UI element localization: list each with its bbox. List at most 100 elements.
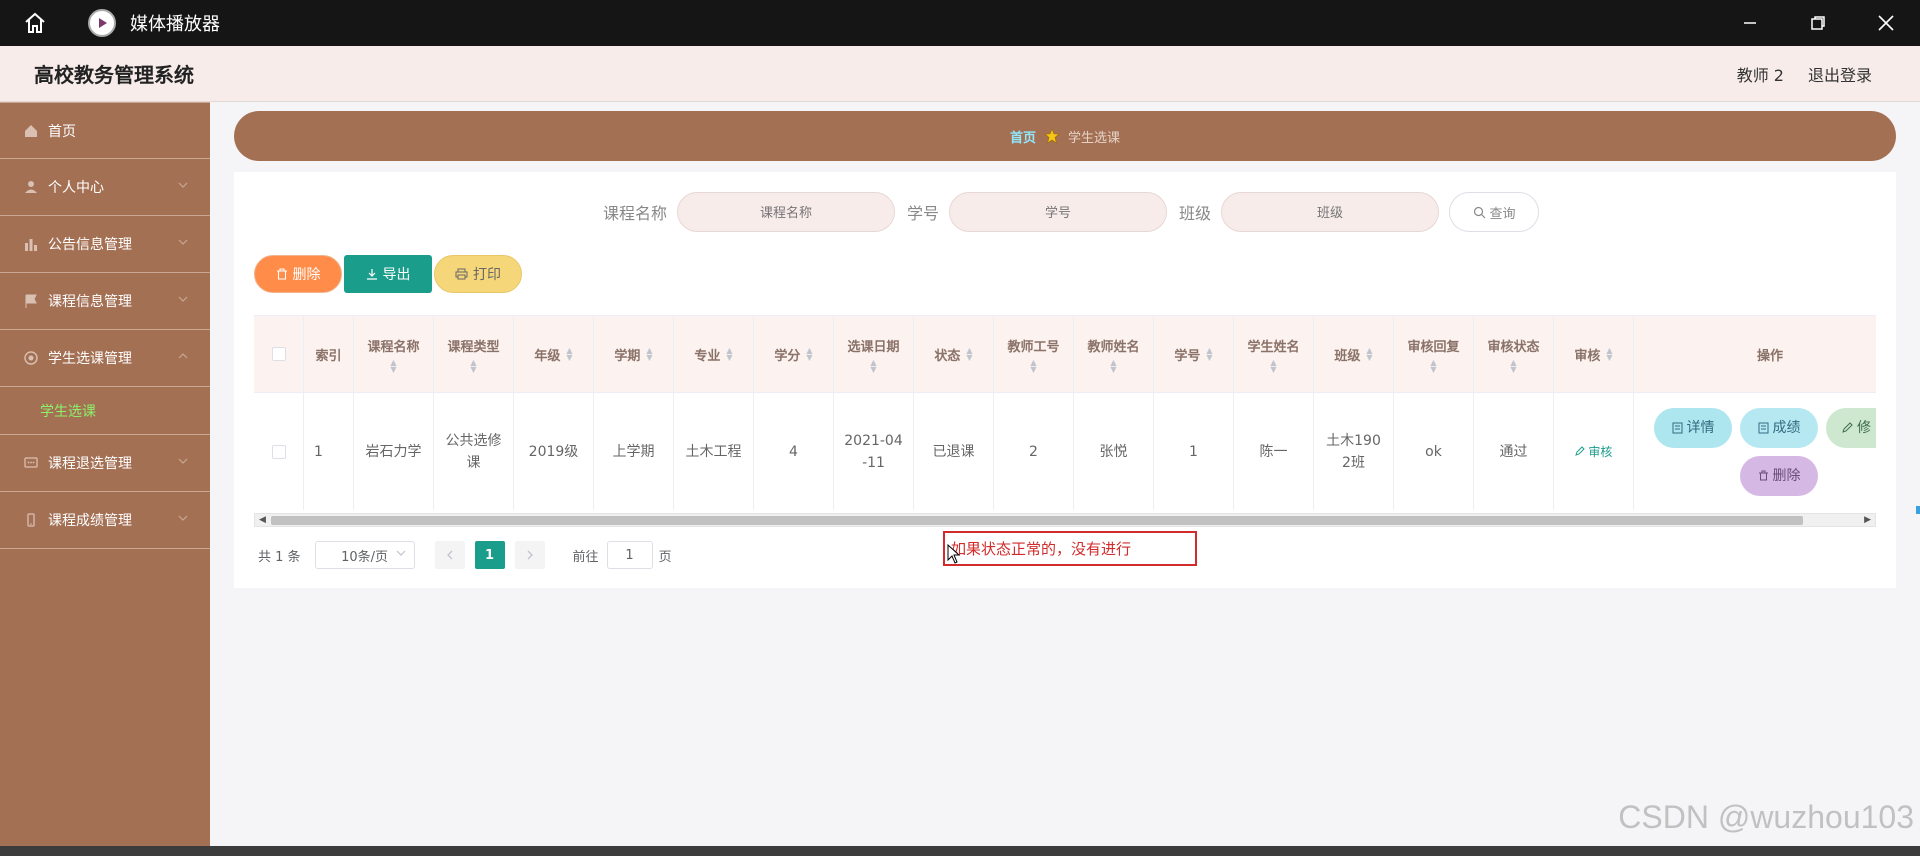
header-label: 操作 — [1756, 348, 1783, 364]
cell-teacher-name: 张悦 — [1074, 393, 1154, 510]
close-icon — [1878, 15, 1894, 31]
row-delete-label: 删除 — [1772, 467, 1801, 484]
document-icon — [1672, 422, 1682, 433]
sidebar-item-withdraw[interactable]: 课程退选管理 — [0, 435, 210, 492]
breadcrumb-current: 学生选课 — [1068, 130, 1121, 146]
delete-label: 删除 — [292, 267, 321, 283]
chevron-left-icon — [446, 550, 453, 560]
sort-icon: ▲ ▼ — [566, 346, 573, 362]
goto-page-input[interactable]: 1 — [606, 541, 653, 569]
export-button[interactable]: 导出 — [344, 255, 432, 293]
table-header: 索引 课程名称 ▲ ▼ 课程类型 ▲ ▼ 年级 ▲ ▼ 学期 ▲ ▼ 专业 ▲ ▼ 学分 ▲ ▼ 选课日… — [254, 315, 1876, 393]
query-label: 查询 — [1489, 206, 1516, 222]
sidebar-item-label: 课程退选管理 — [48, 456, 132, 472]
header-student-name[interactable]: 学生姓名 ▲ ▼ — [1234, 316, 1314, 392]
page-1-button[interactable]: 1 — [474, 541, 505, 569]
annotation-text: 如果状态正常的，没有进行 — [951, 540, 1132, 558]
scrollbar-thumb[interactable] — [271, 516, 1803, 525]
trash-icon — [276, 268, 287, 280]
header-student-id[interactable]: 学号 ▲ ▼ — [1154, 316, 1234, 392]
sort-icon: ▲ ▼ — [806, 346, 813, 362]
sidebar-item-course[interactable]: 课程信息管理 — [0, 273, 210, 330]
data-table: 索引 课程名称 ▲ ▼ 课程类型 ▲ ▼ 年级 ▲ ▼ 学期 ▲ ▼ 专业 ▲ ▼ 学分 ▲ ▼ 选课日… — [254, 315, 1876, 511]
header-class[interactable]: 班级 ▲ ▼ — [1314, 316, 1394, 392]
class-input[interactable] — [1221, 192, 1440, 232]
home-button[interactable] — [0, 0, 70, 46]
score-button[interactable]: 成绩 — [1740, 407, 1818, 448]
cell-date: 2021-04-11 — [834, 393, 914, 510]
restore-button[interactable] — [1784, 0, 1852, 46]
header-label: 索引 — [315, 348, 342, 364]
modify-button[interactable]: 修 — [1826, 407, 1876, 448]
select-all-checkbox[interactable] — [271, 347, 286, 361]
window-titlebar: 媒体播放器 — [0, 0, 1920, 46]
sort-icon: ▲ ▼ — [390, 357, 397, 374]
header-credit[interactable]: 学分 ▲ ▼ — [754, 316, 834, 392]
sort-icon: ▲ ▼ — [1366, 346, 1373, 362]
page-size-value: 10条/页 — [341, 549, 389, 565]
document-icon — [1758, 422, 1768, 433]
star-icon — [1044, 128, 1060, 144]
sidebar-item-home[interactable]: 首页 — [0, 102, 210, 159]
sort-icon: ▲ ▼ — [470, 357, 477, 374]
cell-course-name: 岩石力学 — [354, 393, 434, 510]
header-label: 班级 — [1334, 348, 1361, 364]
header-major[interactable]: 专业 ▲ ▼ — [674, 316, 754, 392]
header-date[interactable]: 选课日期 ▲ ▼ — [834, 316, 914, 392]
header-grade[interactable]: 年级 ▲ ▼ — [514, 316, 594, 392]
trash-icon — [1758, 470, 1768, 481]
next-page-button[interactable] — [514, 541, 545, 569]
header-audit-reply[interactable]: 审核回复 ▲ ▼ — [1394, 316, 1474, 392]
student-id-label: 学号 — [906, 204, 939, 223]
header-course-type[interactable]: 课程类型 ▲ ▼ — [434, 316, 514, 392]
header-audit[interactable]: 审核 ▲ ▼ — [1554, 316, 1634, 392]
minimize-button[interactable] — [1716, 0, 1784, 46]
globe-icon — [24, 351, 38, 365]
watermark: CSDN @wuzhou103 — [1618, 799, 1914, 835]
header-audit-status[interactable]: 审核状态 ▲ ▼ — [1474, 316, 1554, 392]
flag-icon — [24, 294, 38, 308]
breadcrumb-home[interactable]: 首页 — [1010, 127, 1036, 146]
row-delete-button[interactable]: 删除 — [1740, 455, 1818, 496]
query-button[interactable]: 查询 — [1449, 192, 1540, 232]
sort-icon: ▲ ▼ — [966, 346, 973, 362]
audit-link[interactable]: 审核 — [1574, 441, 1613, 463]
table-horizontal-scrollbar[interactable]: ◀ ▶ — [254, 513, 1876, 527]
sidebar-item-label: 学生选课管理 — [48, 351, 132, 367]
header-label: 审核状态 — [1487, 339, 1540, 355]
sidebar-item-selection[interactable]: 学生选课管理 — [0, 330, 210, 387]
header-teacher-id[interactable]: 教师工号 ▲ ▼ — [994, 316, 1074, 392]
header-teacher-name[interactable]: 教师姓名 ▲ ▼ — [1074, 316, 1154, 392]
print-button[interactable]: 打印 — [434, 255, 522, 293]
sidebar-item-profile[interactable]: 个人中心 — [0, 159, 210, 216]
chevron-down-icon — [178, 458, 188, 464]
scroll-left-icon[interactable]: ◀ — [259, 514, 266, 526]
scroll-right-icon[interactable]: ▶ — [1864, 514, 1871, 526]
detail-button[interactable]: 详情 — [1654, 407, 1732, 448]
student-id-input[interactable] — [949, 192, 1167, 232]
sidebar-subitem-student-selection[interactable]: 学生选课 — [0, 387, 210, 435]
minimize-icon — [1744, 22, 1756, 24]
cell-credit: 4 — [754, 393, 834, 510]
cell-student-id: 1 — [1154, 393, 1234, 510]
sidebar-item-scores[interactable]: 课程成绩管理 — [0, 492, 210, 549]
sidebar-item-notice[interactable]: 公告信息管理 — [0, 216, 210, 273]
header-label: 课程类型 — [447, 339, 500, 355]
course-name-input[interactable] — [676, 192, 895, 232]
audit-label: 审核 — [1588, 444, 1613, 459]
header-status[interactable]: 状态 ▲ ▼ — [914, 316, 994, 392]
header-operations: 操作 — [1634, 316, 1876, 392]
close-button[interactable] — [1852, 0, 1920, 46]
sort-icon: ▲ ▼ — [1110, 357, 1117, 374]
batch-delete-button[interactable]: 删除 — [254, 255, 342, 293]
header-term[interactable]: 学期 ▲ ▼ — [594, 316, 674, 392]
cell-index: 1 — [304, 393, 354, 510]
logout-link[interactable]: 退出登录 — [1808, 62, 1872, 86]
row-checkbox[interactable] — [271, 444, 286, 459]
header-course-name[interactable]: 课程名称 ▲ ▼ — [354, 316, 434, 392]
prev-page-button[interactable] — [434, 541, 465, 569]
page-size-select[interactable]: 10条/页 — [314, 541, 415, 569]
header-label: 审核回复 — [1407, 339, 1460, 355]
sidebar-subitem-label: 学生选课 — [40, 403, 96, 420]
sort-icon: ▲ ▼ — [870, 357, 877, 374]
